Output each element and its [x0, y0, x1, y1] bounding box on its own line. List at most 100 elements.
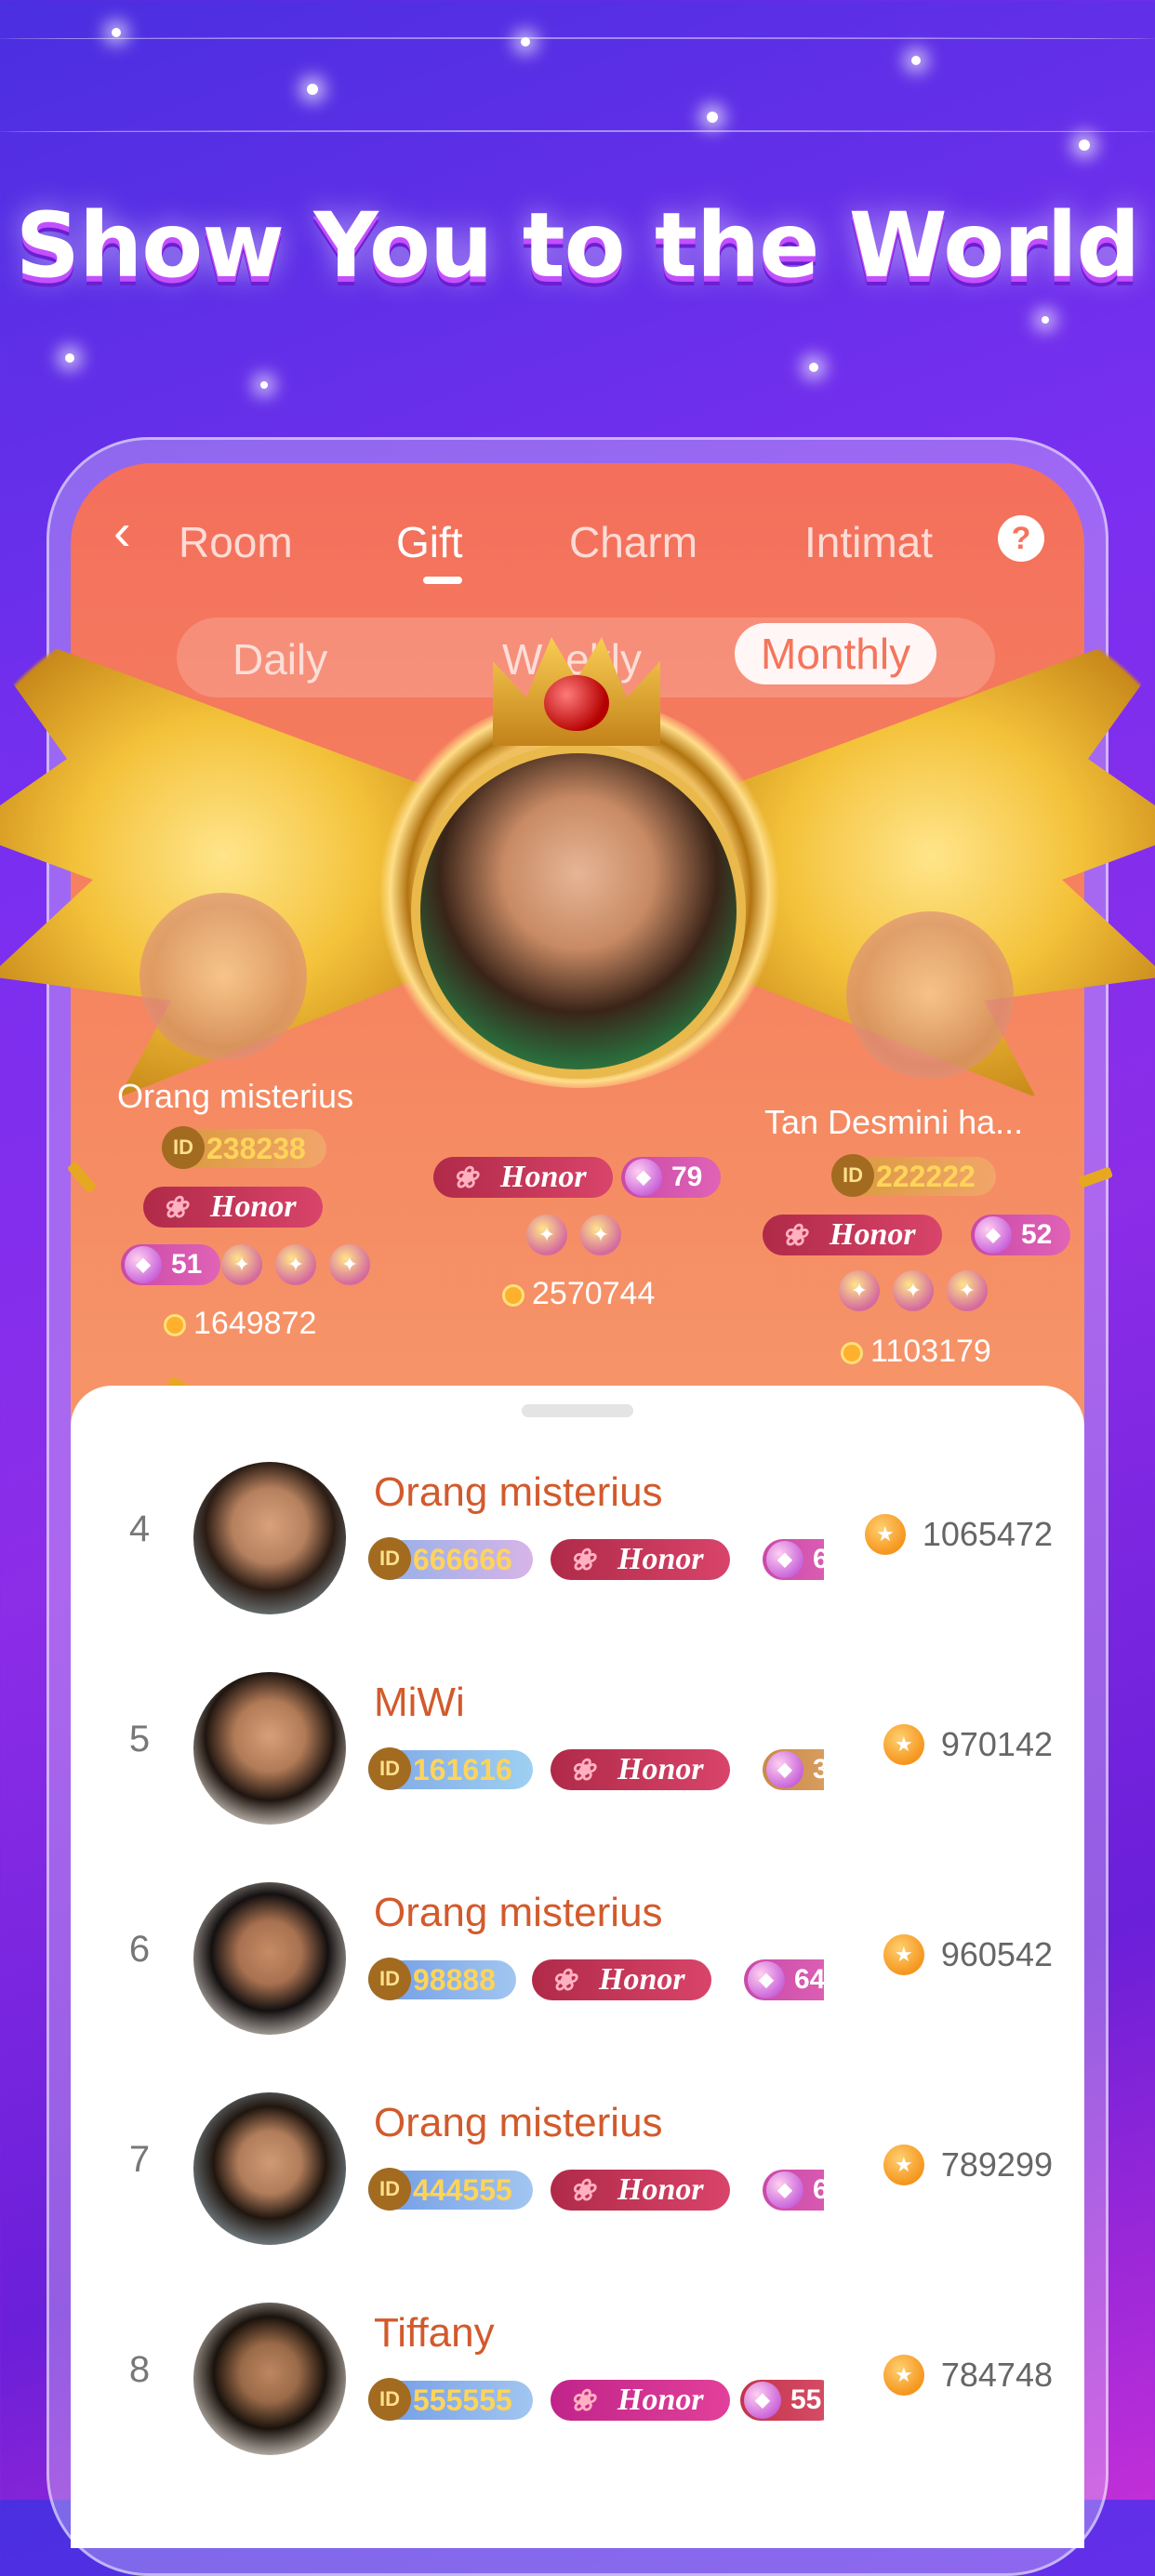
sparkle-icon: [521, 37, 530, 46]
badge-icon: ✦: [329, 1244, 370, 1285]
badge-icon: ✦: [580, 1215, 621, 1255]
rank-number: 5: [128, 1719, 151, 1759]
coin-icon: [883, 2144, 924, 2185]
sparkle-icon: [707, 112, 718, 123]
gem-icon: ◆: [766, 1541, 803, 1578]
sparkle-icon: [911, 56, 921, 65]
gem-icon: ◆: [766, 2171, 803, 2209]
coin-total: 789299: [883, 2144, 1053, 2185]
string-lights: [0, 130, 1155, 134]
tab-indicator: [423, 577, 462, 584]
honor-emblem-icon: ❀: [569, 2383, 595, 2417]
honor-badge: ❀ Honor: [551, 2380, 730, 2421]
tab-intimacy[interactable]: Intimat: [804, 517, 933, 567]
coin-total: 1065472: [864, 1514, 1053, 1555]
tab-charm[interactable]: Charm: [569, 517, 697, 567]
id-value: 238238: [206, 1132, 306, 1165]
second-place-coins: 1649872: [164, 1306, 316, 1342]
user-badges: ID 98888 ❀ Honor ◆ 64: [368, 1957, 824, 2003]
period-daily[interactable]: Daily: [232, 634, 327, 684]
badge-icon: ✦: [275, 1244, 316, 1285]
avatar[interactable]: [193, 1882, 346, 2035]
first-place-avatar[interactable]: [411, 744, 746, 1079]
tab-room[interactable]: Room: [179, 517, 293, 567]
user-name: Orang misterius: [374, 1890, 663, 1935]
gem-icon: ◆: [625, 1159, 662, 1196]
list-item[interactable]: 4 Orang misterius ID666666 ❀Honor ◆6 106…: [71, 1445, 1084, 1631]
id-icon: ID: [368, 1958, 411, 2000]
coin-value: 1649872: [193, 1306, 317, 1341]
sparkle-icon: [1042, 316, 1049, 324]
user-id: ID 555555: [368, 2378, 533, 2421]
coin-value: 2570744: [532, 1276, 656, 1311]
help-icon[interactable]: ?: [998, 515, 1044, 562]
id-icon: ID: [368, 1747, 411, 1790]
coin-value: 789299: [940, 2145, 1053, 2184]
honor-emblem-icon: ❀: [551, 1963, 577, 1997]
gem-icon: ◆: [744, 2382, 781, 2419]
second-place-level: ◆ 51: [121, 1244, 221, 1285]
list-item[interactable]: 6 Orang misterius ID98888 ❀ Honor ◆ 64 960…: [71, 1866, 1084, 2052]
honor-emblem-icon: ❀: [569, 1543, 595, 1576]
id-icon: ID: [162, 1126, 205, 1169]
list-item[interactable]: 8 Tiffany ID555555 ❀ Honor ◆ 55 784748: [71, 2286, 1084, 2472]
third-place-avatar[interactable]: [846, 911, 1014, 1079]
honor-emblem-icon: ❀: [569, 2173, 595, 2207]
id-value: 161616: [413, 1753, 512, 1786]
level-badge: ◆ 39: [763, 1749, 824, 1790]
second-place-avatar[interactable]: [139, 893, 307, 1060]
third-place-level: ◆ 52: [971, 1215, 1071, 1255]
id-value: 666666: [413, 1543, 512, 1576]
gem-icon: ◆: [125, 1246, 162, 1283]
level-value: 6: [813, 1544, 824, 1574]
user-badges: ID444555 ❀ Honor ◆ 62: [368, 2167, 824, 2213]
level-value: 64: [794, 1964, 824, 1995]
sparkle-icon: [1079, 139, 1090, 151]
honor-badge: ❀ Honor: [551, 1539, 730, 1580]
coin-icon: [864, 1514, 906, 1555]
level-value: 62: [813, 2174, 824, 2205]
avatar[interactable]: [193, 1462, 346, 1614]
coin-value: 970142: [940, 1725, 1053, 1763]
list-item[interactable]: 7 Orang misterius ID444555 ❀ Honor ◆ 62 78…: [71, 2076, 1084, 2262]
coin-total: 970142: [883, 1724, 1053, 1765]
second-place-name: Orang misterius: [117, 1077, 354, 1115]
avatar[interactable]: [193, 2092, 346, 2245]
honor-label: Honor: [617, 2172, 704, 2207]
honor-emblem-icon: ❀: [781, 1218, 807, 1252]
user-badges: ID 666666 ❀ Honor ◆ 6: [368, 1536, 824, 1583]
honor-label: Honor: [617, 1542, 704, 1576]
coin-icon: [883, 1934, 924, 1975]
coin-icon: [841, 1342, 863, 1365]
honor-label: Honor: [210, 1189, 297, 1224]
rank-number: 8: [128, 2349, 151, 2390]
second-place-honor: ❀ Honor: [143, 1187, 323, 1228]
level-badge: ◆ 55: [740, 2380, 824, 2421]
drag-handle[interactable]: [522, 1404, 633, 1417]
third-place-id: ID 222222: [831, 1154, 996, 1197]
coin-value: 784748: [940, 2356, 1053, 2394]
honor-badge: ❀ Honor: [551, 1749, 730, 1790]
tab-gift[interactable]: Gift: [396, 517, 463, 567]
honor-label: Honor: [500, 1160, 587, 1194]
coin-value: 1103179: [870, 1334, 991, 1369]
gem-icon: ◆: [766, 1751, 803, 1788]
avatar[interactable]: [193, 1672, 346, 1825]
ranking-list[interactable]: 4 Orang misterius ID666666 ❀Honor ◆6 106…: [71, 1386, 1084, 2548]
coin-icon: [883, 2355, 924, 2396]
id-icon: ID: [368, 1537, 411, 1580]
id-icon: ID: [831, 1154, 874, 1197]
list-item[interactable]: 5 MiWi ID161616 ❀ Honor ◆ 39 970142: [71, 1655, 1084, 1841]
sparkle-icon: [809, 363, 818, 372]
rank-number: 7: [128, 2139, 151, 2180]
avatar[interactable]: [193, 2303, 346, 2455]
gem-icon: ◆: [975, 1216, 1012, 1254]
level-value: 52: [1021, 1219, 1053, 1250]
third-place-honor: ❀ Honor: [763, 1215, 942, 1255]
id-icon: ID: [368, 2378, 411, 2421]
id-value: 444555: [413, 2173, 512, 2207]
coin-total: 960542: [883, 1934, 1053, 1975]
back-chevron-icon[interactable]: ‹: [113, 506, 151, 558]
user-id: ID 98888: [368, 1958, 516, 2000]
period-monthly[interactable]: Monthly: [735, 623, 937, 684]
